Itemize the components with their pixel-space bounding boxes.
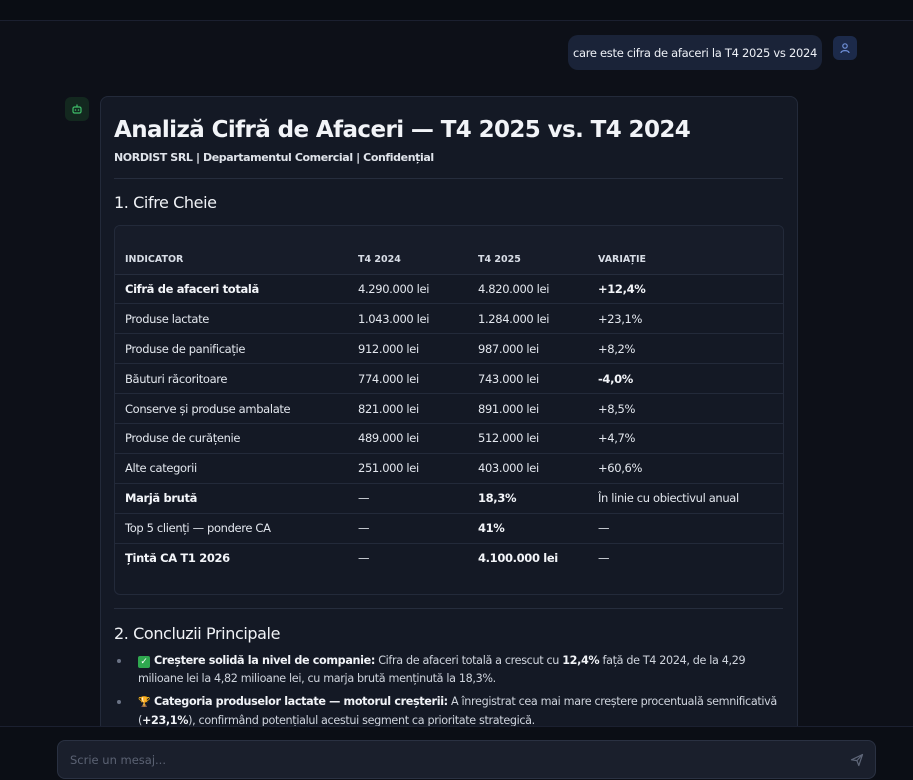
assistant-message-card: Analiză Cifră de Afaceri — T4 2025 vs. T… <box>100 96 798 726</box>
table-cell: +12,4% <box>588 274 783 305</box>
divider <box>114 178 783 179</box>
table-cell: -4,0% <box>588 363 783 395</box>
message-composer <box>57 740 876 779</box>
column-header: INDICATOR <box>115 246 348 275</box>
table-cell: 1.043.000 lei <box>348 303 468 335</box>
column-header: T4 2025 <box>468 246 588 275</box>
table-cell: 1.284.000 lei <box>468 303 588 335</box>
table-cell: În linie cu obiectivul anual <box>588 483 783 514</box>
table-cell: +60,6% <box>588 453 783 484</box>
user-icon <box>840 43 850 54</box>
table-cell: Produse lactate <box>115 303 348 335</box>
table-cell: 987.000 lei <box>468 333 588 365</box>
table-row: Produse lactate 1.043.000 lei 1.284.000 … <box>115 303 783 335</box>
table-cell: Top 5 clienți — pondere CA <box>115 513 348 544</box>
conclusion-lead: Creștere solidă la nivel de companie: <box>154 654 375 667</box>
table-cell: 489.000 lei <box>348 423 468 454</box>
conclusion-text: ), confirmând potențialul acestui segmen… <box>188 714 535 726</box>
table-cell: — <box>358 551 370 566</box>
table-cell: — <box>588 513 783 544</box>
table-cell: 4.820.000 lei <box>468 274 588 305</box>
table-cell: 821.000 lei <box>348 393 468 424</box>
table-cell: Marjă brută <box>115 483 348 514</box>
conclusion-text: Cifra de afaceri totală a crescut cu <box>375 654 563 667</box>
table-row: Alte categorii 251.000 lei 403.000 lei +… <box>115 453 783 484</box>
key-figures-table: INDICATOR T4 2024 T4 2025 VARIAȚIE Cifră… <box>114 225 784 595</box>
table-cell: +4,7% <box>588 423 783 454</box>
table-cell: — <box>348 513 468 544</box>
report-title: Analiză Cifră de Afaceri — T4 2025 vs. T… <box>114 117 691 143</box>
bot-icon <box>72 104 82 114</box>
assistant-avatar <box>65 97 89 121</box>
table-cell: 41% <box>468 513 588 544</box>
conclusion-lead: Categoria produselor lactate — motorul c… <box>154 695 448 708</box>
conclusion-highlight: +23,1% <box>142 714 189 726</box>
table-row: Cifră de afaceri totală 4.290.000 lei 4.… <box>115 274 783 305</box>
table-cell: 891.000 lei <box>468 393 588 424</box>
list-item: 🏆 Categoria produselor lactate — motorul … <box>114 693 784 726</box>
composer-area <box>0 726 913 780</box>
data-table: INDICATOR T4 2024 T4 2025 VARIAȚIE Cifră… <box>115 246 783 573</box>
user-message-bubble: care este cifra de afaceri la T4 2025 vs… <box>568 35 822 70</box>
chat-area: care este cifra de afaceri la T4 2025 vs… <box>0 22 913 726</box>
conclusion-highlight: 12,4% <box>562 654 600 667</box>
list-item: ✓ Creștere solidă la nivel de companie: C… <box>114 652 784 688</box>
user-avatar <box>833 36 857 60</box>
send-button[interactable] <box>846 749 868 771</box>
table-cell: — <box>598 551 610 566</box>
divider <box>114 608 783 609</box>
top-bar <box>0 0 913 21</box>
table-row: Top 5 clienți — pondere CA — 41% — <box>115 513 783 544</box>
section-heading-key-figures: 1. Cifre Cheie <box>114 193 217 212</box>
table-cell: Produse de panificație <box>115 333 348 365</box>
table-cell: 4.290.000 lei <box>348 274 468 305</box>
table-cell: Alte categorii <box>115 453 348 484</box>
table-row: Produse de curățenie 489.000 lei 512.000… <box>115 423 783 454</box>
table-cell: 774.000 lei <box>348 363 468 395</box>
table-row: Băuturi răcoritoare 774.000 lei 743.000 … <box>115 363 783 395</box>
table-cell: 743.000 lei <box>468 363 588 395</box>
table-cell: 512.000 lei <box>468 423 588 454</box>
section-heading-conclusions: 2. Concluzii Principale <box>114 624 281 643</box>
table-row: Produse de panificație 912.000 lei 987.0… <box>115 333 783 365</box>
table-cell: Produse de curățenie <box>115 423 348 454</box>
table-toolbar <box>115 226 783 246</box>
conclusions-list: ✓ Creștere solidă la nivel de companie: C… <box>114 652 783 726</box>
table-cell: +8,5% <box>588 393 783 424</box>
send-icon <box>850 753 864 767</box>
column-header: VARIAȚIE <box>588 246 783 275</box>
table-cell: — <box>348 483 468 514</box>
table-cell: 18,3% <box>468 483 588 514</box>
message-input[interactable] <box>70 741 830 778</box>
check-icon: ✓ <box>138 656 150 668</box>
table-cell: +23,1% <box>588 303 783 335</box>
user-message-text: care este cifra de afaceri la T4 2025 vs… <box>572 45 818 60</box>
report-subtitle: NORDIST SRL | Departamentul Comercial | … <box>114 151 434 164</box>
table-cell: Băuturi răcoritoare <box>115 363 348 395</box>
table-cell: 912.000 lei <box>348 333 468 365</box>
table-row: Marjă brută — 18,3% În linie cu obiectiv… <box>115 483 783 514</box>
table-row: Conserve și produse ambalate 821.000 lei… <box>115 393 783 424</box>
table-cell: Conserve și produse ambalate <box>115 393 348 424</box>
column-header: T4 2024 <box>348 246 468 275</box>
table-cell: 4.100.000 lei <box>478 551 558 566</box>
table-cell: Țintă CA T1 2026 <box>125 551 230 566</box>
table-row: Țintă CA T1 2026 — 4.100.000 lei — <box>115 543 783 573</box>
table-cell: Cifră de afaceri totală <box>115 274 348 305</box>
table-header-row: INDICATOR T4 2024 T4 2025 VARIAȚIE <box>115 246 783 275</box>
table-cell: +8,2% <box>588 333 783 365</box>
trophy-icon: 🏆 <box>138 697 151 708</box>
table-cell: 251.000 lei <box>348 453 468 484</box>
table-cell: 403.000 lei <box>468 453 588 484</box>
